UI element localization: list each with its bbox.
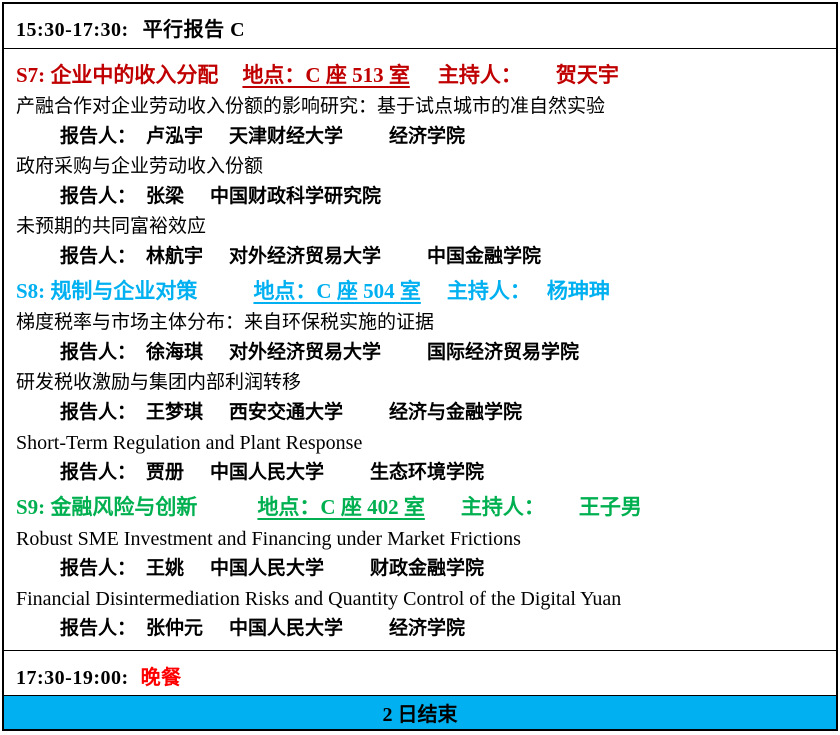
presenter-name: 徐海琪 xyxy=(146,342,203,363)
timeslot-time: 15:30-17:30: xyxy=(16,19,129,41)
session-header: S7: 企业中的收入分配地点：C 座 513 室 主持人： 贺天宇 xyxy=(16,59,824,92)
paper-title: 政府采购与企业劳动收入份额 xyxy=(16,152,824,182)
session-header: S9: 金融风险与创新 地点：C 座 402 室 主持人： 王子男 xyxy=(16,491,824,524)
day-end-banner: 2 日结束 xyxy=(4,695,836,729)
session-id: S9: xyxy=(16,495,45,519)
paper-title: Financial Disintermediation Risks and Qu… xyxy=(16,584,824,614)
presenter-name: 张仲元 xyxy=(146,618,203,639)
session-s9: S9: 金融风险与创新 地点：C 座 402 室 主持人： 王子男 Robust SM… xyxy=(16,491,824,644)
presenter-affiliation: 对外经济贸易大学 xyxy=(229,342,381,363)
session-header: S8: 规制与企业对策 地点：C 座 504 室 主持人： 杨珅珅 xyxy=(16,275,824,308)
chair-label: 主持人： xyxy=(447,279,531,303)
presenter-label: 报告人： xyxy=(60,462,136,483)
chair-label: 主持人： xyxy=(461,495,545,519)
presenter-school: 经济与金融学院 xyxy=(389,402,522,423)
presenter-name: 卢泓宇 xyxy=(146,126,203,147)
day-end-label: 2 日结束 xyxy=(383,698,458,727)
session-location: 地点：C 座 402 室 xyxy=(257,495,424,519)
presenter-name: 王梦琪 xyxy=(146,402,203,423)
session-id: S7: xyxy=(16,63,45,87)
session-s7: S7: 企业中的收入分配地点：C 座 513 室 主持人： 贺天宇 产融合作对企业劳… xyxy=(16,59,824,272)
paper-title: 产融合作对企业劳动收入份额的影响研究：基于试点城市的准自然实验 xyxy=(16,92,824,122)
presenter-name: 张梁 xyxy=(146,186,184,207)
timeslot-title: 平行报告 C xyxy=(143,19,245,41)
presenter-affiliation: 中国人民大学 xyxy=(229,618,343,639)
session-location: 地点：C 座 513 室 xyxy=(242,63,409,87)
sessions-cell: S7: 企业中的收入分配地点：C 座 513 室主持人：贺天宇 产融合作对企业劳… xyxy=(4,48,836,650)
dinner-row: 17:30-19:00: 晚餐 xyxy=(4,650,836,695)
presenter-line: 报告人： 卢泓宇 天津财经大学 经济学院 xyxy=(16,122,824,152)
presenter-line: 报告人： 张仲元 中国人民大学 经济学院 xyxy=(16,614,824,644)
presenter-label: 报告人： xyxy=(60,186,136,207)
chair-name: 贺天宇 xyxy=(556,63,619,87)
presenter-affiliation: 天津财经大学 xyxy=(229,126,343,147)
paper-title: 未预期的共同富裕效应 xyxy=(16,212,824,242)
presenter-school: 财政金融学院 xyxy=(370,558,484,579)
paper-title: 研发税收激励与集团内部利润转移 xyxy=(16,368,824,398)
chair-name: 杨珅珅 xyxy=(547,279,610,303)
presenter-line: 报告人： 王梦琪 西安交通大学 经济与金融学院 xyxy=(16,398,824,428)
presenter-affiliation: 中国人民大学 xyxy=(210,462,324,483)
presenter-label: 报告人： xyxy=(60,558,136,579)
presenter-affiliation: 西安交通大学 xyxy=(229,402,343,423)
presenter-school: 国际经济贸易学院 xyxy=(427,342,579,363)
presenter-label: 报告人： xyxy=(60,618,136,639)
presenter-affiliation: 对外经济贸易大学 xyxy=(229,246,381,267)
chair-label: 主持人： xyxy=(438,63,522,87)
paper-title: 梯度税率与市场主体分布：来自环保税实施的证据 xyxy=(16,308,824,338)
session-id: S8: xyxy=(16,279,45,303)
presenter-name: 林航宇 xyxy=(146,246,203,267)
session-location: 地点：C 座 504 室 xyxy=(253,279,420,303)
dinner-time: 17:30-19:00: xyxy=(16,667,129,689)
presenter-label: 报告人： xyxy=(60,246,136,267)
paper-title: Short-Term Regulation and Plant Response xyxy=(16,428,824,458)
session-title: 规制与企业对策 xyxy=(50,279,197,303)
presenter-affiliation: 中国人民大学 xyxy=(210,558,324,579)
presenter-school: 中国金融学院 xyxy=(427,246,541,267)
presenter-affiliation: 中国财政科学研究院 xyxy=(210,186,381,207)
timeslot-header-row: 15:30-17:30: 平行报告 C xyxy=(4,4,836,48)
presenter-school: 经济学院 xyxy=(389,126,465,147)
presenter-name: 贾册 xyxy=(146,462,184,483)
session-title: 企业中的收入分配 xyxy=(50,63,218,87)
presenter-name: 王姚 xyxy=(146,558,184,579)
dinner-label: 晚餐 xyxy=(141,667,182,689)
presenter-label: 报告人： xyxy=(60,126,136,147)
presenter-school: 生态环境学院 xyxy=(370,462,484,483)
chair-name: 王子男 xyxy=(579,495,642,519)
session-title: 金融风险与创新 xyxy=(50,495,197,519)
presenter-line: 报告人： 王姚 中国人民大学 财政金融学院 xyxy=(16,554,824,584)
session-s8: S8: 规制与企业对策 地点：C 座 504 室 主持人： 杨珅珅 梯度税率与市场主体… xyxy=(16,275,824,488)
presenter-label: 报告人： xyxy=(60,342,136,363)
presenter-school: 经济学院 xyxy=(389,618,465,639)
presenter-label: 报告人： xyxy=(60,402,136,423)
paper-title: Robust SME Investment and Financing unde… xyxy=(16,524,824,554)
program-table: 15:30-17:30: 平行报告 C S7: 企业中的收入分配地点：C 座 51… xyxy=(2,2,838,731)
presenter-line: 报告人： 贾册 中国人民大学 生态环境学院 xyxy=(16,458,824,488)
presenter-line: 报告人： 张梁 中国财政科学研究院 xyxy=(16,182,824,212)
presenter-line: 报告人： 林航宇 对外经济贸易大学 中国金融学院 xyxy=(16,242,824,272)
presenter-line: 报告人： 徐海琪 对外经济贸易大学 国际经济贸易学院 xyxy=(16,338,824,368)
